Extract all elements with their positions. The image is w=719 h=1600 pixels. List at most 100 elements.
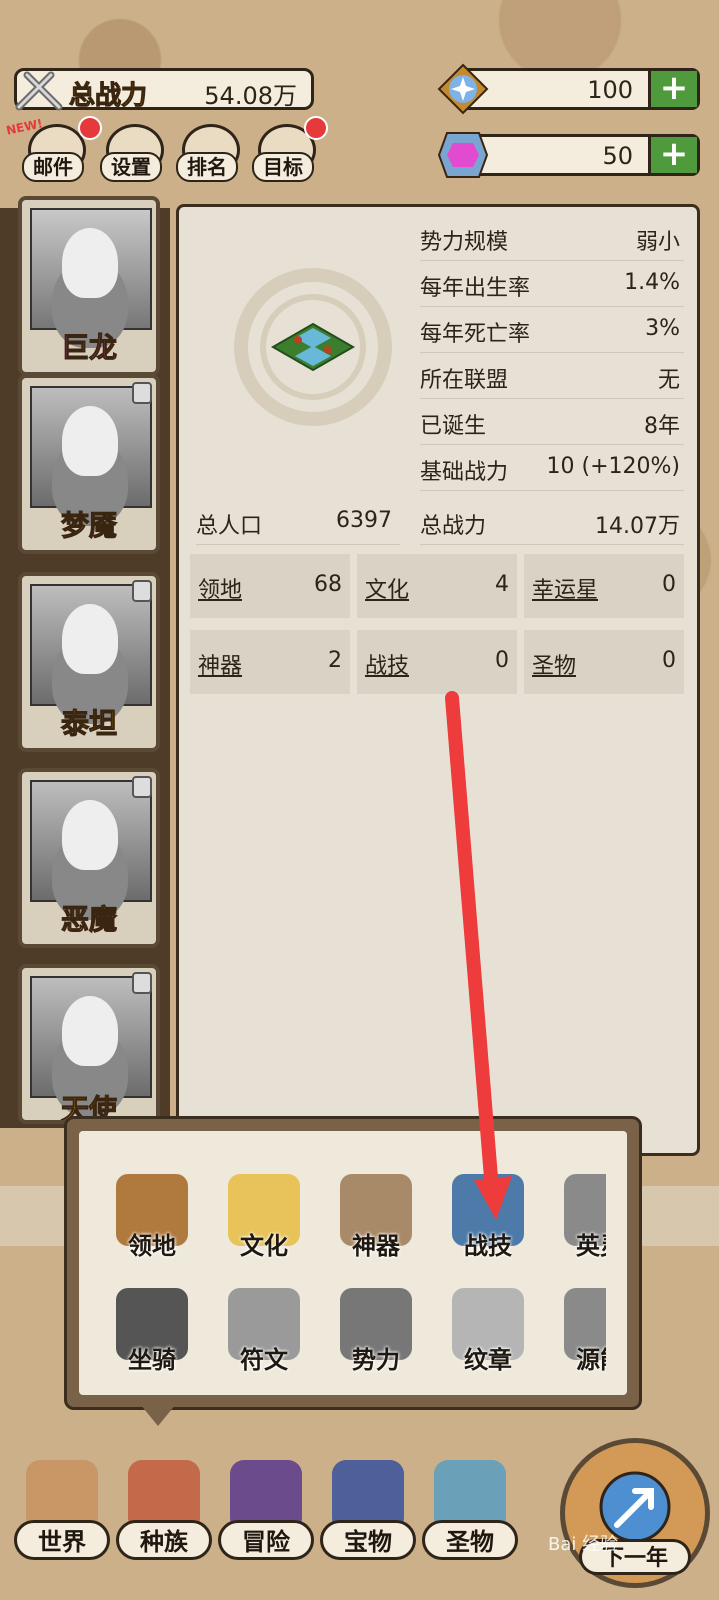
stat-value: 14.07万: [595, 514, 680, 539]
popup-item-label: 势力: [352, 1346, 400, 1374]
popup-item-label: 领地: [128, 1232, 176, 1260]
popup-item-label: 战技: [464, 1232, 512, 1260]
stat-value: 10 (+120%): [546, 454, 680, 479]
popup-item-artifact[interactable]: 神器: [326, 1170, 426, 1270]
hero-card-titan[interactable]: 泰坦: [18, 572, 160, 752]
grid-cell-combat-skill[interactable]: 战技 0: [357, 630, 517, 694]
nav-label: 世界: [14, 1520, 110, 1560]
stat-value: 1.4%: [624, 270, 680, 295]
stat-label: 每年死亡率: [420, 322, 531, 347]
total-power-value: 54.08万: [204, 82, 297, 110]
nav-race[interactable]: 种族: [116, 1460, 212, 1572]
popup-item-rune[interactable]: 符文: [214, 1284, 314, 1384]
grid-cell-artifact[interactable]: 神器 2: [190, 630, 350, 694]
settings-button[interactable]: 设置: [100, 124, 164, 186]
grid-value: 4: [495, 572, 509, 597]
mail-button[interactable]: 邮件: [22, 124, 86, 186]
grid-label[interactable]: 文化: [365, 572, 409, 604]
nav-label: 冒险: [218, 1520, 314, 1560]
popup-item-culture[interactable]: 文化: [214, 1170, 314, 1270]
grid-label[interactable]: 领地: [198, 572, 242, 604]
lock-icon: [132, 580, 152, 602]
hero-portrait: [30, 584, 152, 706]
grid-value: 0: [662, 572, 676, 597]
territory-emblem-icon: [234, 268, 392, 426]
nav-relic[interactable]: 圣物: [422, 1460, 518, 1572]
blue-star-coin-icon: [437, 63, 489, 115]
hero-name: 梦魇: [60, 509, 117, 543]
nav-treasure[interactable]: 宝物: [320, 1460, 416, 1572]
grid-label[interactable]: 神器: [198, 648, 242, 680]
popup-pointer: [140, 1404, 176, 1426]
popup-item-emblem[interactable]: 纹章: [438, 1284, 538, 1384]
popup-item-label: 神器: [352, 1232, 400, 1260]
nav-adventure[interactable]: 冒险: [218, 1460, 314, 1572]
grid-cell-relic[interactable]: 圣物 0: [524, 630, 684, 694]
grid-value: 0: [662, 648, 676, 673]
grid-cell-lucky-star[interactable]: 幸运星 0: [524, 554, 684, 618]
grid-cell-territory[interactable]: 领地 68: [190, 554, 350, 618]
population-label: 总人口: [196, 514, 263, 539]
stat-value: 3%: [645, 316, 680, 341]
resource2-add-button[interactable]: +: [648, 137, 697, 173]
hero-name: 恶魔: [60, 903, 117, 937]
hero-portrait: [30, 976, 152, 1098]
total-power-bar: 总战力 54.08万: [14, 68, 314, 112]
popup-item-label: 文化: [240, 1232, 288, 1260]
resource-gem-blue: 100 +: [437, 63, 700, 115]
hero-portrait: [30, 386, 152, 508]
resource1-add-button[interactable]: +: [648, 71, 697, 107]
grid-value: 68: [314, 572, 342, 597]
popup-item-source[interactable]: 源能: [550, 1284, 606, 1384]
nav-label: 宝物: [320, 1520, 416, 1560]
stat-label: 每年出生率: [420, 276, 531, 301]
stat-label: 基础战力: [420, 460, 509, 485]
popup-item-mount[interactable]: 坐骑: [102, 1284, 202, 1384]
mail-notification-dot: [78, 116, 102, 140]
resource1-value: 100: [587, 76, 633, 104]
popup-item-label: 符文: [240, 1346, 288, 1374]
lock-icon: [132, 972, 152, 994]
popup-item-label: 源能: [576, 1346, 606, 1374]
popup-item-territory[interactable]: 领地: [102, 1170, 202, 1270]
population-value: 6397: [336, 508, 392, 533]
popup-item-hero-spirit[interactable]: 英灵: [550, 1170, 606, 1270]
stat-value: 8年: [644, 414, 680, 439]
grid-value: 2: [328, 648, 342, 673]
popup-item-label: 英灵: [576, 1232, 606, 1260]
next-year-button[interactable]: 下一年: [560, 1438, 710, 1588]
popup-item-label: 纹章: [464, 1346, 512, 1374]
hero-card-dragon[interactable]: 巨龙: [18, 196, 160, 376]
total-power-label: 总战力: [68, 81, 148, 112]
stat-label: 势力规模: [420, 230, 509, 255]
stat-row: 已诞生 8年: [420, 400, 684, 445]
stat-value: 无: [657, 368, 680, 393]
stat-value: 弱小: [635, 230, 680, 255]
hero-name: 泰坦: [60, 707, 117, 741]
hero-card-demon[interactable]: 恶魔: [18, 768, 160, 948]
stat-label: 总战力: [420, 514, 487, 539]
hero-name: 巨龙: [60, 331, 117, 365]
grid-cell-culture[interactable]: 文化 4: [357, 554, 517, 618]
popup-item-faction[interactable]: 势力: [326, 1284, 426, 1384]
grid-label[interactable]: 圣物: [532, 648, 576, 680]
hero-card-angel[interactable]: 天使: [18, 964, 160, 1124]
grid-label[interactable]: 战技: [365, 648, 409, 680]
lock-icon: [132, 776, 152, 798]
stat-row: 基础战力 10 (+120%): [420, 446, 684, 491]
ranking-button[interactable]: 排名: [176, 124, 240, 186]
watermark: Bai 经验: [548, 1534, 619, 1555]
goals-notification-dot: [304, 116, 328, 140]
pink-gem-icon: [437, 132, 489, 178]
stat-row: 每年出生率 1.4%: [420, 262, 684, 307]
nav-world[interactable]: 世界: [14, 1460, 110, 1572]
stat-row: 所在联盟 无: [420, 354, 684, 399]
grid-label[interactable]: 幸运星: [532, 572, 598, 604]
hero-card-nightmare[interactable]: 梦魇: [18, 374, 160, 554]
popup-item-combat-skill[interactable]: 战技: [438, 1170, 538, 1270]
resource2-value: 50: [602, 142, 633, 170]
stat-label: 所在联盟: [420, 368, 509, 393]
population-row: 总人口 6397: [196, 500, 400, 545]
popup-item-label: 坐骑: [128, 1346, 176, 1374]
stat-label: 已诞生: [420, 414, 487, 439]
